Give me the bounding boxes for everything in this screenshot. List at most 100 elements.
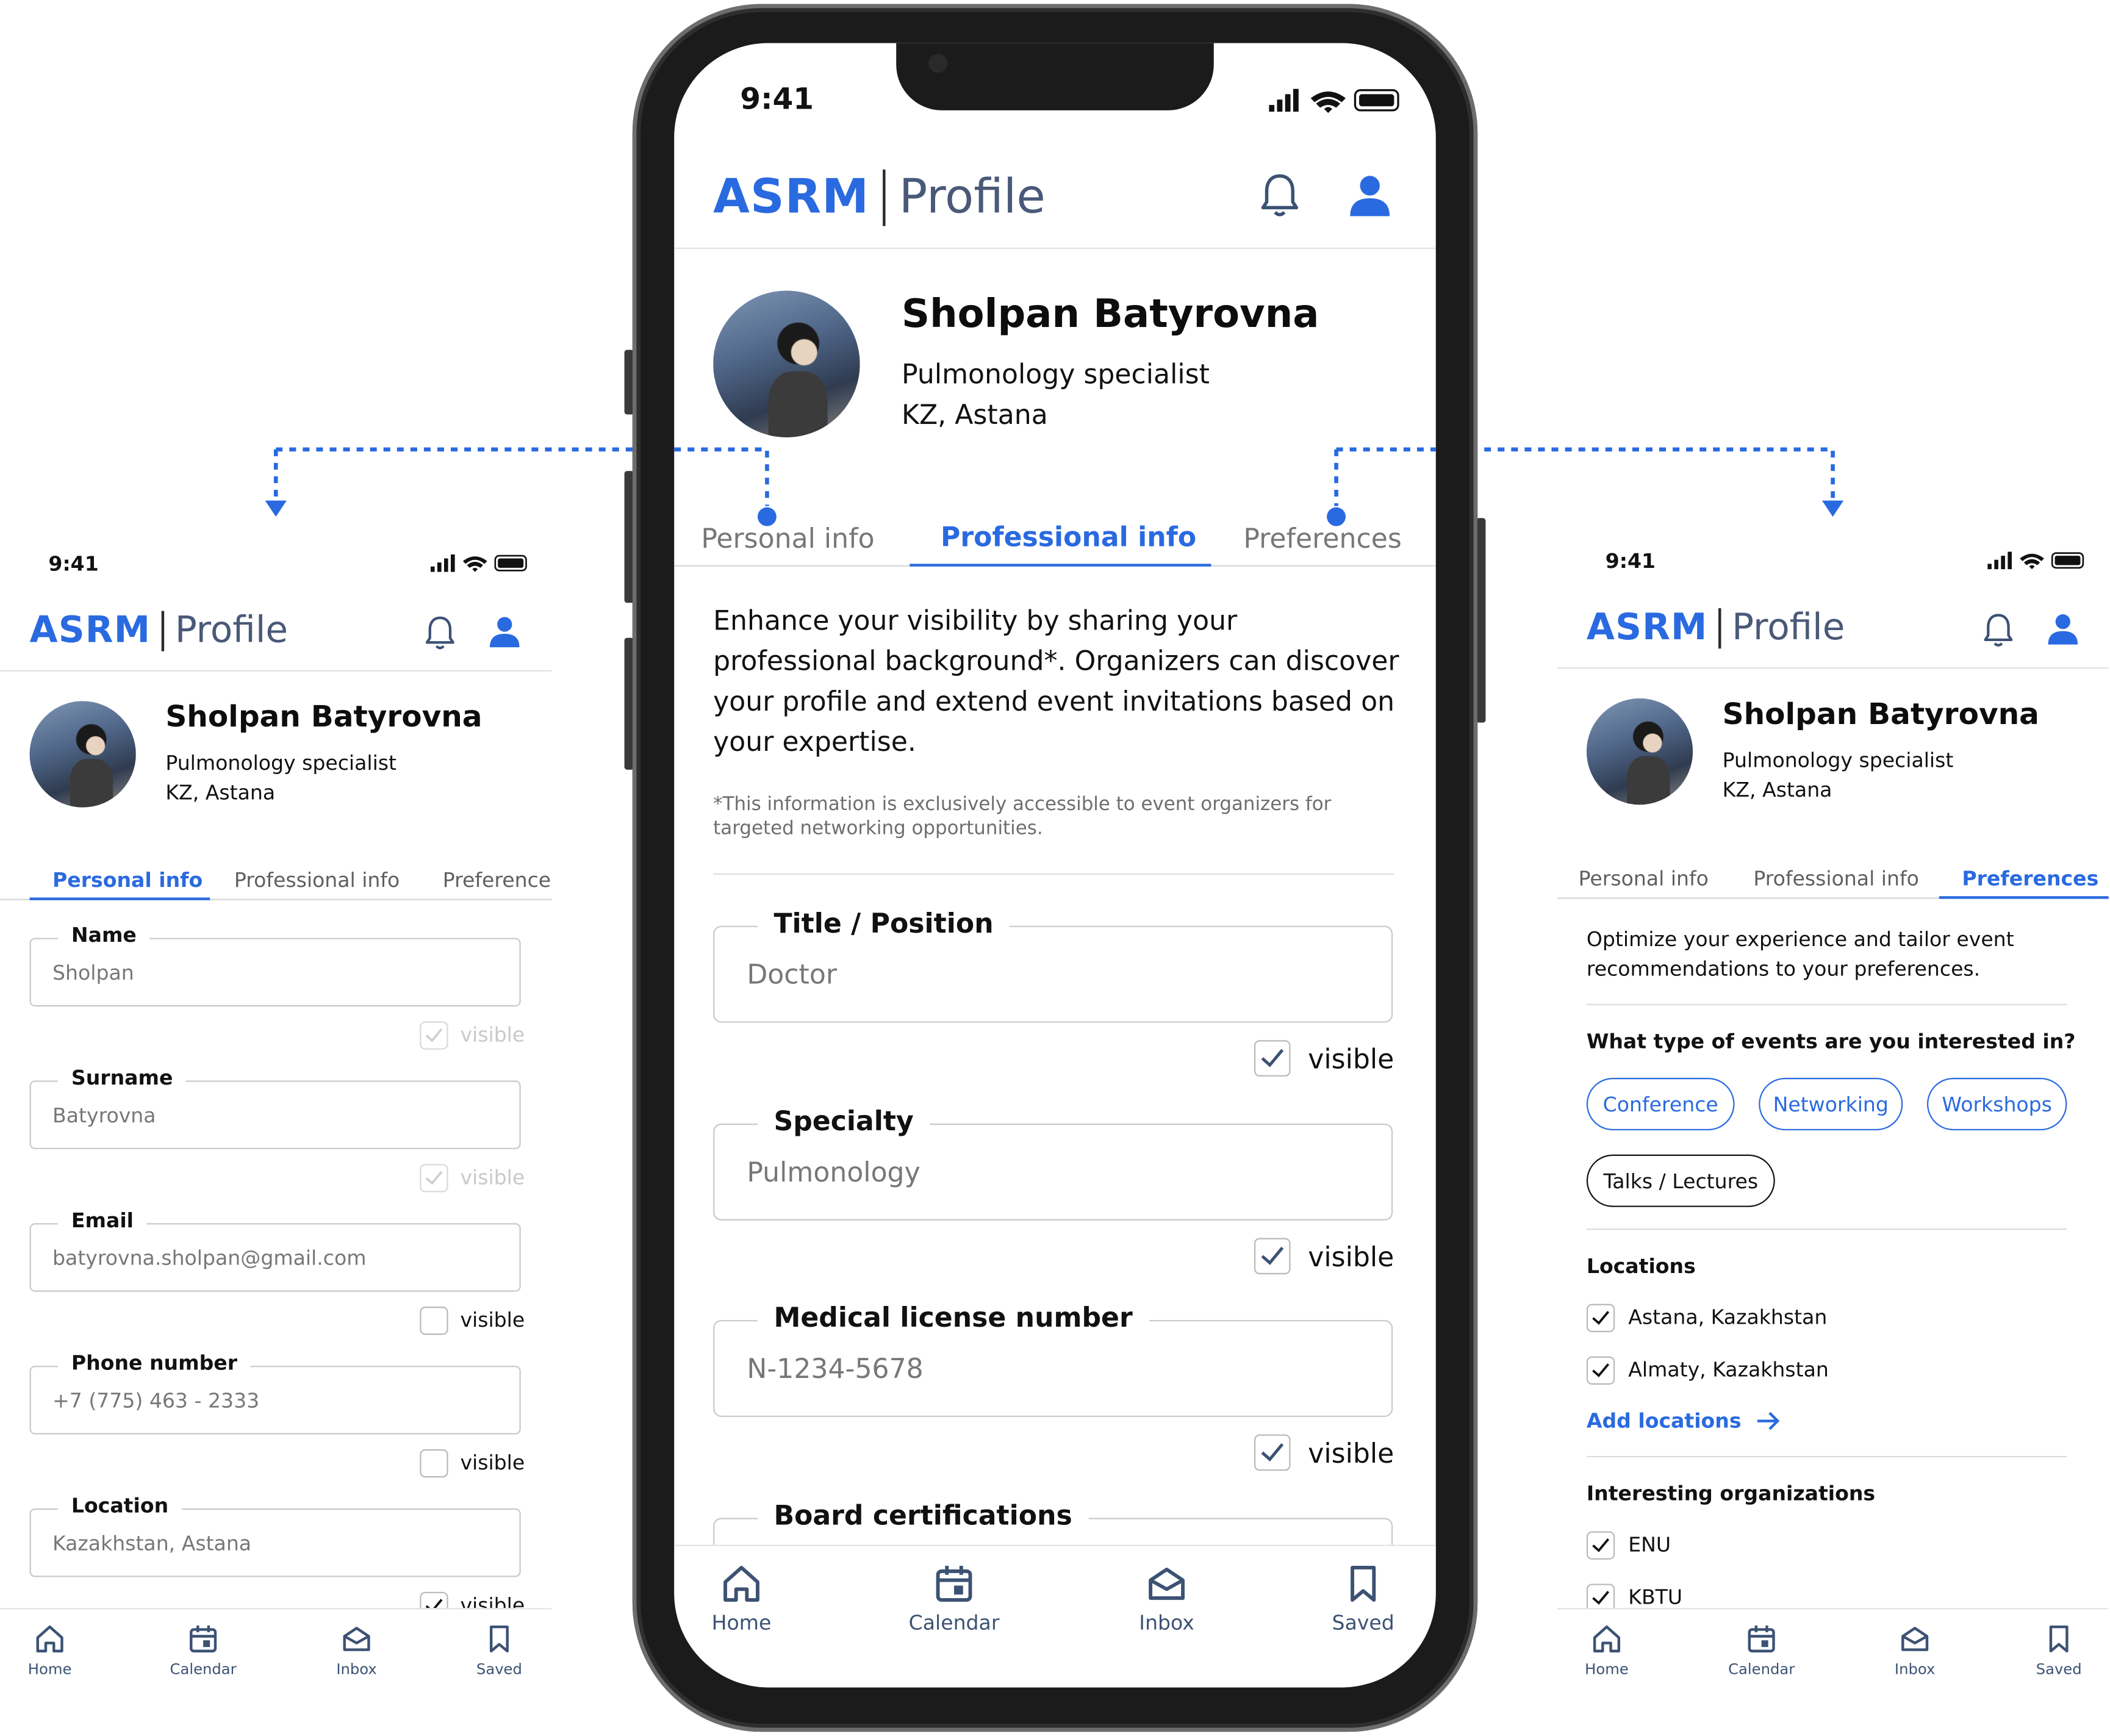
location-value: Kazakhstan, Astana <box>52 1531 252 1556</box>
license-number-value: N-1234-5678 <box>747 1352 924 1385</box>
org-enu-checkbox[interactable] <box>1586 1531 1615 1560</box>
status-icons <box>430 554 527 572</box>
events-question: What type of events are you interested i… <box>1586 1029 2076 1054</box>
board-certifications-label: Board certifications <box>757 1499 1089 1532</box>
bookmark-icon <box>489 1625 509 1652</box>
add-locations-link[interactable]: Add locations <box>1587 1409 1782 1433</box>
license-visible-checkbox[interactable] <box>1254 1434 1291 1471</box>
inbox-icon <box>1901 1627 1929 1651</box>
avatar <box>713 290 860 437</box>
nav-calendar[interactable]: Calendar <box>900 1562 1008 1635</box>
nav-calendar[interactable]: Calendar <box>163 1623 243 1678</box>
tab-personal-info[interactable]: Personal info <box>701 522 874 554</box>
inbox-icon <box>343 1627 370 1651</box>
nav-inbox-label: Inbox <box>1894 1660 1936 1678</box>
nav-home[interactable]: Home <box>16 1623 83 1678</box>
app-brand: ASRM Profile <box>30 609 288 651</box>
chip-workshops[interactable]: Workshops <box>1926 1078 2067 1131</box>
nav-inbox-label: Inbox <box>336 1660 377 1678</box>
status-time: 9:41 <box>740 83 814 117</box>
phone-value: +7 (775) 463 - 2333 <box>52 1388 260 1413</box>
bottom-nav: Home Calendar Inbox Saved <box>0 1608 552 1724</box>
tab-preferences[interactable]: Preference: <box>443 868 552 892</box>
user-icon[interactable] <box>2048 614 2078 646</box>
nav-home-label: Home <box>1585 1660 1629 1678</box>
nav-inbox[interactable]: Inbox <box>323 1623 390 1678</box>
phone-visible-label: visible <box>460 1451 525 1475</box>
name-visible-checkbox[interactable] <box>420 1021 448 1050</box>
tab-professional-info[interactable]: Professional info <box>1753 867 1918 891</box>
email-value: batyrovna.sholpan@gmail.com <box>52 1246 367 1271</box>
home-icon <box>723 1566 759 1602</box>
nav-saved[interactable]: Saved <box>1322 1562 1403 1635</box>
tab-preferences[interactable]: Preferences <box>1243 522 1402 554</box>
phone-power-button <box>1476 518 1486 723</box>
arrow-right-icon <box>1757 1411 1780 1430</box>
name-value: Sholpan <box>52 961 134 985</box>
status-time: 9:41 <box>1605 549 1656 573</box>
avatar <box>29 701 136 808</box>
nav-saved[interactable]: Saved <box>465 1623 533 1678</box>
bell-icon[interactable] <box>1257 172 1302 220</box>
personal-info-screen: 9:41 ASRM Profile Sholpan Batyrovna Pulm… <box>0 528 552 1724</box>
user-icon[interactable] <box>489 616 520 648</box>
nav-calendar-label: Calendar <box>170 1660 237 1678</box>
nav-saved[interactable]: Saved <box>2025 1623 2092 1678</box>
name-label: Name <box>57 923 150 948</box>
app-brand: ASRM Profile <box>713 169 1046 226</box>
profile-name: Sholpan Batyrovna <box>902 290 1319 337</box>
profile-role: Pulmonology specialist <box>1722 748 1954 773</box>
surname-visible-checkbox[interactable] <box>420 1164 448 1193</box>
location-almaty-label: Almaty, Kazakhstan <box>1628 1357 1829 1382</box>
inbox-icon <box>1149 1567 1185 1600</box>
location-astana-label: Astana, Kazakhstan <box>1628 1305 1828 1330</box>
tab-preferences[interactable]: Preferences <box>1962 867 2098 891</box>
specialty-visible-checkbox[interactable] <box>1254 1238 1291 1275</box>
org-enu-label: ENU <box>1628 1532 1671 1557</box>
profile-name: Sholpan Batyrovna <box>165 701 483 735</box>
profile-location: KZ, Astana <box>1722 778 1832 802</box>
nav-inbox[interactable]: Inbox <box>1126 1562 1207 1635</box>
bookmark-icon <box>2049 1625 2069 1652</box>
profile-role: Pulmonology specialist <box>165 750 397 775</box>
user-icon[interactable] <box>1350 175 1390 218</box>
nav-saved-label: Saved <box>476 1660 522 1678</box>
title-visible-label: visible <box>1308 1042 1394 1075</box>
email-label: Email <box>57 1208 148 1233</box>
specialty-label: Specialty <box>757 1105 930 1138</box>
page-title: Profile <box>899 171 1046 225</box>
title-position-label: Title / Position <box>757 906 1010 939</box>
title-visible-checkbox[interactable] <box>1254 1040 1291 1077</box>
nav-home-label: Home <box>711 1610 772 1635</box>
phone-visible-checkbox[interactable] <box>420 1449 448 1478</box>
email-visible-label: visible <box>460 1308 525 1332</box>
chip-networking[interactable]: Networking <box>1759 1078 1903 1131</box>
nav-calendar[interactable]: Calendar <box>1721 1623 1801 1678</box>
location-astana-checkbox[interactable] <box>1586 1304 1615 1332</box>
brand-logo: ASRM <box>713 171 870 225</box>
nav-home[interactable]: Home <box>1573 1623 1640 1678</box>
tab-personal-info[interactable]: Personal info <box>1579 867 1709 891</box>
chip-talks-lectures[interactable]: Talks / Lectures <box>1586 1154 1775 1207</box>
nav-home[interactable]: Home <box>701 1562 781 1635</box>
status-time: 9:41 <box>48 551 99 576</box>
calendar-icon <box>1748 1625 1775 1652</box>
location-almaty-checkbox[interactable] <box>1586 1356 1615 1385</box>
email-visible-checkbox[interactable] <box>420 1307 448 1335</box>
calendar-icon <box>190 1625 217 1652</box>
bell-icon[interactable] <box>423 615 458 653</box>
brand-logo: ASRM <box>1586 606 1708 649</box>
license-number-label: Medical license number <box>757 1301 1149 1334</box>
professional-info-screen: 9:41 ASRM Profile Sholpan Batyrovna Pulm… <box>674 43 1436 1688</box>
nav-inbox[interactable]: Inbox <box>1881 1623 1948 1678</box>
bell-icon[interactable] <box>1981 612 2015 650</box>
profile-location: KZ, Astana <box>902 398 1048 431</box>
professional-intro: Enhance your visibility by sharing your … <box>713 604 1399 758</box>
bottom-nav: Home Calendar Inbox Saved <box>1557 1608 2109 1724</box>
home-icon <box>1593 1625 1621 1652</box>
chip-conference[interactable]: Conference <box>1586 1078 1735 1131</box>
tab-personal-info[interactable]: Personal info <box>52 868 203 892</box>
tab-professional-info[interactable]: Professional info <box>234 868 400 892</box>
tab-professional-info[interactable]: Professional info <box>941 521 1196 553</box>
home-icon <box>36 1625 63 1652</box>
